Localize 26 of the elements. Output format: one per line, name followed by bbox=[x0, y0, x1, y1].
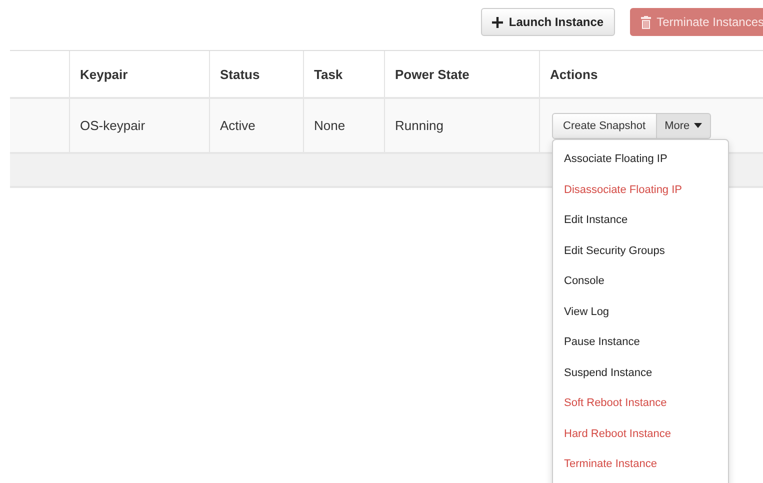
column-header: Status bbox=[220, 66, 260, 82]
table-cell: Active bbox=[220, 118, 256, 133]
table-cell: Running bbox=[395, 118, 444, 133]
create-snapshot-button[interactable]: Create Snapshot bbox=[552, 112, 657, 138]
column-header: Task bbox=[314, 66, 343, 82]
more-button[interactable]: More bbox=[656, 112, 711, 138]
plus-icon bbox=[492, 16, 503, 28]
launch-instance-button[interactable]: Launch Instance bbox=[480, 8, 615, 36]
menu-item[interactable]: Terminate Instance bbox=[553, 449, 728, 480]
table-cell: OS-keypair bbox=[80, 118, 146, 133]
column-header: Actions bbox=[550, 66, 598, 82]
menu-item[interactable]: Hard Reboot Instance bbox=[553, 418, 728, 449]
menu-item[interactable]: Edit Instance bbox=[553, 205, 728, 236]
menu-item[interactable]: Associate Floating IP bbox=[553, 144, 728, 174]
column-header: Keypair bbox=[80, 66, 128, 82]
menu-item[interactable]: View Log bbox=[553, 296, 728, 327]
menu-item[interactable]: Soft Reboot Instance bbox=[553, 388, 728, 418]
trash-icon bbox=[640, 16, 651, 28]
menu-item[interactable]: Console bbox=[553, 266, 728, 296]
menu-item[interactable]: Disassociate Floating IP bbox=[553, 174, 728, 205]
table-cell: None bbox=[314, 118, 346, 133]
menu-item[interactable]: Edit Security Groups bbox=[553, 236, 728, 266]
column-header: Power State bbox=[395, 66, 470, 82]
caret-icon bbox=[694, 123, 702, 128]
menu-item[interactable]: Suspend Instance bbox=[553, 358, 728, 388]
menu-item[interactable]: Pause Instance bbox=[553, 327, 728, 358]
